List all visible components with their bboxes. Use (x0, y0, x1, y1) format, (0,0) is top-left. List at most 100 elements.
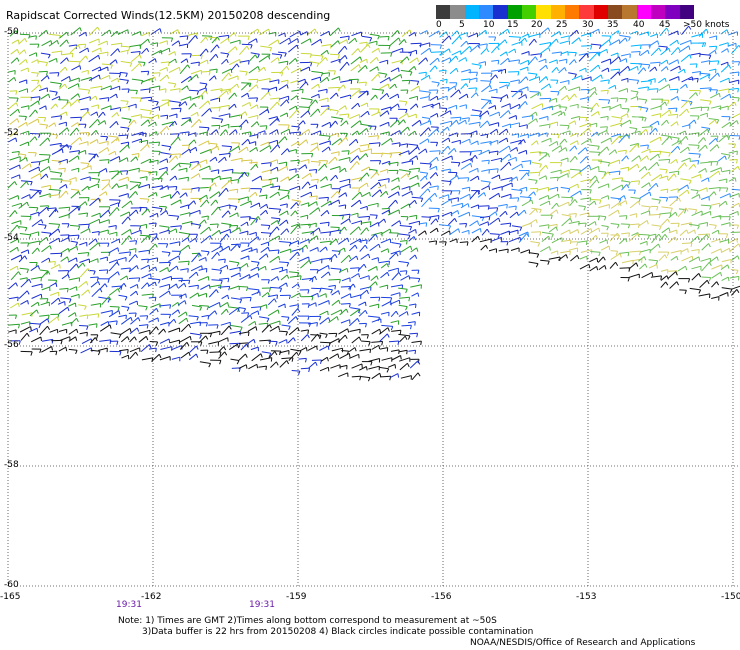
wind-barb (190, 119, 200, 128)
wind-barb-flag (299, 68, 302, 73)
wind-barb (638, 98, 647, 101)
wind-barb-flag (54, 122, 57, 127)
wind-barb (198, 140, 209, 147)
wind-barb-flag (310, 192, 313, 197)
wind-barb (630, 196, 641, 199)
wind-barb (28, 327, 38, 333)
wind-barb-flag (208, 71, 211, 76)
wind-barb-flag (556, 209, 559, 214)
wind-barb-flag (68, 207, 71, 212)
wind-barb-flag (178, 67, 181, 72)
wind-barb-flag (595, 235, 599, 240)
wind-barb-flag (320, 39, 323, 44)
wind-barb-flag (284, 136, 288, 141)
wind-barb-flag (118, 334, 122, 339)
wind-barb (180, 58, 187, 64)
wind-barb (481, 159, 490, 162)
wind-barb (320, 30, 330, 37)
wind-barb (169, 29, 179, 35)
wind-barb-flag (379, 329, 382, 334)
wind-barb-flag (698, 273, 702, 278)
wind-barb-flag (448, 48, 451, 53)
wind-barb (500, 177, 513, 181)
wind-barb (709, 144, 718, 152)
wind-barb (398, 287, 408, 290)
wind-barb-flag (376, 266, 378, 271)
wind-barb (280, 128, 290, 134)
wind-barb (461, 78, 471, 81)
wind-barb-flag (156, 101, 159, 106)
wind-barb (660, 281, 667, 288)
wind-barb-flag (677, 171, 680, 176)
wind-barb-flag (545, 175, 548, 180)
wind-barb-flag (366, 59, 368, 64)
wind-barb-flag (628, 232, 630, 237)
wind-barb (30, 276, 42, 280)
wind-barb-flag (728, 116, 731, 121)
wind-barb (548, 256, 561, 260)
wind-barb-flag (257, 236, 260, 241)
wind-barb-flag (157, 317, 159, 322)
wind-barb (301, 181, 309, 190)
wind-barb (311, 83, 319, 90)
wind-barb-flag (34, 136, 38, 141)
wind-barb (218, 113, 231, 117)
wind-barb (120, 60, 132, 64)
wind-barb (608, 209, 619, 217)
wind-barb-flag (130, 200, 133, 205)
wind-barb (128, 191, 136, 199)
wind-barb-flag (406, 311, 409, 316)
wind-barb-flag (737, 255, 740, 260)
wind-barb (261, 351, 271, 354)
wind-barb-flag (246, 286, 249, 291)
wind-barb-flag (448, 35, 452, 40)
wind-barb-flag (277, 220, 280, 225)
wind-barb-flag (257, 28, 260, 34)
wind-barb (458, 57, 466, 63)
wind-barb-flag (126, 157, 129, 162)
wind-barb (151, 206, 163, 210)
wind-barb-flag (277, 309, 280, 314)
wind-barb-flag (714, 225, 717, 230)
wind-barb (121, 235, 130, 246)
wind-barb (648, 78, 656, 81)
wind-barb-flag (498, 193, 501, 198)
wind-barb (470, 114, 482, 117)
wind-barb (58, 99, 69, 101)
wind-barb-flag (560, 145, 563, 150)
wind-barb (610, 223, 620, 225)
wind-barb (291, 370, 300, 372)
wind-barb (171, 309, 179, 316)
wind-barb-flag (236, 83, 240, 88)
wind-barb-flag (651, 272, 654, 277)
wind-barb (409, 95, 418, 100)
wind-barb (598, 204, 610, 209)
wind-barb-flag (215, 129, 219, 134)
wind-barb (49, 142, 62, 146)
wind-barb (288, 271, 299, 274)
wind-barb (628, 65, 638, 72)
wind-barb (511, 89, 521, 98)
wind-barb-flag (416, 81, 420, 86)
wind-barb-flag (77, 155, 80, 160)
wind-barb-flag (156, 213, 159, 218)
wind-barb-flag (188, 280, 191, 285)
wind-barb (489, 217, 499, 226)
wind-barb (68, 44, 77, 47)
wind-barb (148, 58, 156, 64)
wind-barb-flag (77, 122, 80, 127)
wind-barb-flag (198, 173, 201, 178)
wind-barb-flag (82, 262, 86, 267)
wind-barb (639, 263, 646, 270)
wind-barb (58, 121, 67, 125)
wind-barb-flag (375, 233, 378, 238)
wind-barb-flag (40, 277, 42, 282)
wind-barb-flag (96, 139, 99, 144)
wind-barb (309, 247, 319, 252)
wind-barb (279, 219, 287, 227)
wind-barb (271, 266, 283, 271)
wind-barb (459, 104, 467, 108)
wind-barb-flag (59, 264, 61, 269)
wind-barb (670, 145, 679, 154)
wind-barb (271, 53, 282, 56)
